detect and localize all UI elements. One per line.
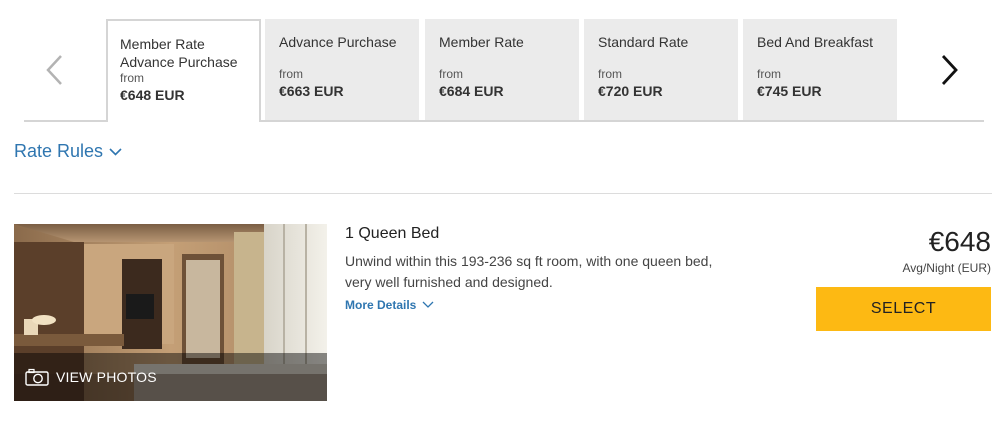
rate-tab-member-rate[interactable]: Member Rate from €684 EUR	[425, 19, 579, 120]
section-divider	[14, 193, 992, 194]
rate-tab-price: €720 EUR	[598, 83, 663, 99]
rate-tab-member-advance[interactable]: Member Rate Advance Purchase from €648 E…	[106, 19, 261, 122]
room-title: 1 Queen Bed	[345, 225, 440, 242]
rate-tab-advance-purchase[interactable]: Advance Purchase from €663 EUR	[265, 19, 419, 120]
rate-tab-name: Standard Rate	[598, 34, 689, 50]
carousel-next-button[interactable]	[920, 19, 980, 120]
rate-tab-from: from	[757, 67, 781, 81]
rate-tabs-strip: Member Rate Advance Purchase from €648 E…	[24, 19, 984, 122]
rate-tab-price: €648 EUR	[120, 87, 185, 103]
room-description: Unwind within this 193-236 sq ft room, w…	[345, 253, 713, 290]
chevron-right-icon	[941, 54, 958, 85]
camera-icon	[25, 368, 49, 386]
rate-tab-price: €684 EUR	[439, 83, 504, 99]
rate-tab-name: Bed And Breakfast	[757, 34, 873, 50]
rate-tab-name: Member Rate Advance Purchase	[120, 36, 238, 70]
rate-tab-standard-rate[interactable]: Standard Rate from €720 EUR	[584, 19, 738, 120]
more-details-link[interactable]: More Details	[345, 298, 434, 312]
price-note: Avg/Night (EUR)	[902, 261, 991, 275]
rate-tab-name: Advance Purchase	[279, 34, 397, 50]
rate-rules-label: Rate Rules	[14, 141, 104, 161]
rate-tab-from: from	[598, 67, 622, 81]
chevron-down-icon	[422, 301, 434, 308]
rate-tab-name: Member Rate	[439, 34, 524, 50]
chevron-left-icon	[46, 54, 62, 85]
rate-tab-from: from	[439, 67, 463, 81]
view-photos-bar[interactable]: VIEW PHOTOS	[14, 353, 327, 401]
rate-tab-price: €745 EUR	[757, 83, 822, 99]
room-price: €648	[928, 226, 991, 257]
more-details-label: More Details	[345, 298, 417, 312]
rate-tab-from: from	[120, 71, 144, 85]
select-room-button[interactable]: SELECT	[816, 287, 991, 331]
rate-tab-from: from	[279, 67, 303, 81]
carousel-prev-button[interactable]	[24, 19, 84, 120]
rate-tab-bed-and-breakfast[interactable]: Bed And Breakfast from €745 EUR	[743, 19, 897, 120]
rate-tab-price: €663 EUR	[279, 83, 344, 99]
rate-rules-toggle[interactable]: Rate Rules	[14, 141, 122, 162]
view-photos-label: VIEW PHOTOS	[56, 369, 157, 385]
chevron-down-icon	[109, 147, 122, 156]
room-photo[interactable]: VIEW PHOTOS	[14, 224, 327, 401]
